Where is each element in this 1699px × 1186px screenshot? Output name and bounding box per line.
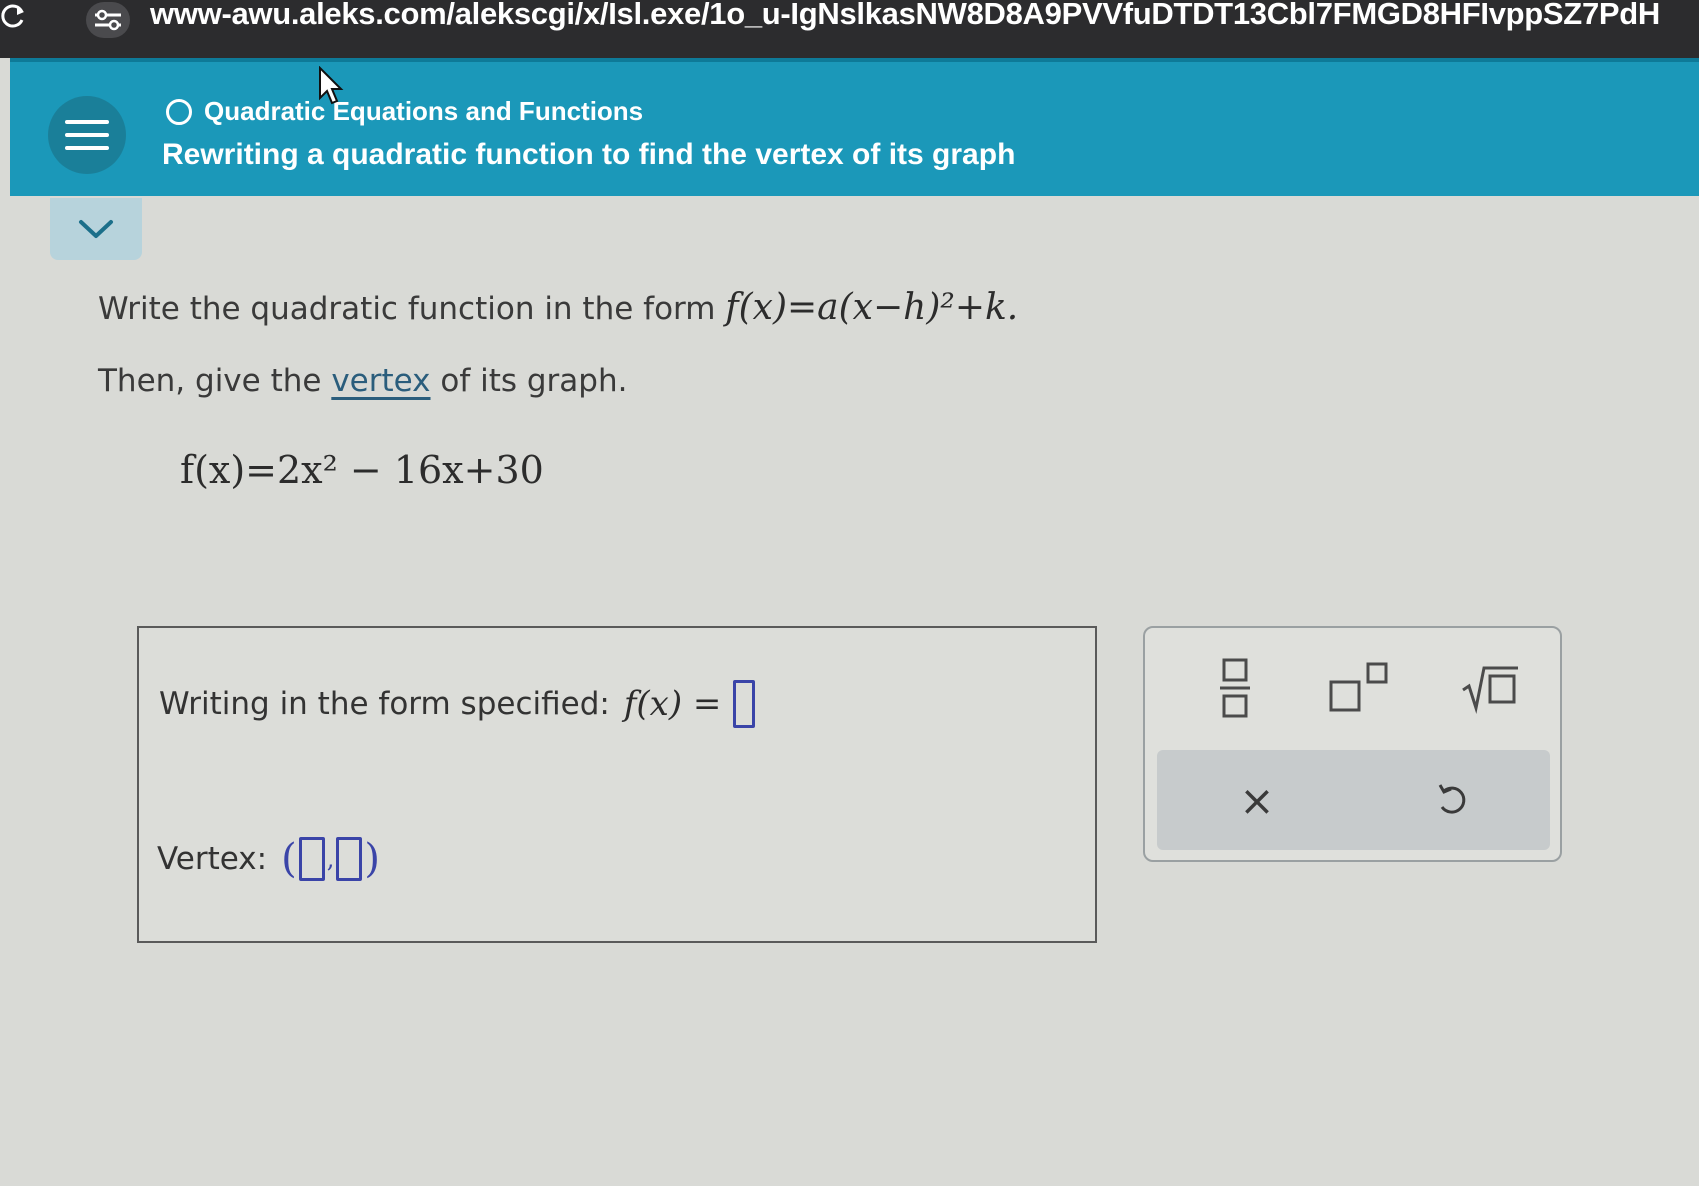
given-function: f(x)=2x² − 16x+30 (180, 448, 544, 492)
vertex-y-input[interactable] (336, 837, 363, 881)
form-label: Writing in the form specified: (159, 686, 610, 722)
undo-icon (1438, 784, 1466, 814)
square-root-button[interactable] (1445, 648, 1535, 728)
vertex-x-input[interactable] (298, 837, 325, 881)
reload-icon[interactable] (0, 2, 28, 30)
hamburger-icon-line (65, 146, 109, 150)
vertex-input-group: ( , ) (281, 836, 380, 882)
form-answer-input[interactable] (733, 680, 756, 728)
hamburger-icon-line (65, 120, 109, 124)
fraction-icon (1220, 658, 1250, 718)
vertex-comma: , (326, 845, 335, 873)
exponent-button[interactable] (1315, 648, 1405, 728)
clear-button[interactable]: × (1217, 760, 1297, 840)
keypad-action-row: × (1157, 750, 1550, 850)
topic-row: Quadratic Equations and Functions (166, 96, 643, 127)
progress-circle-icon (166, 98, 192, 125)
fraction-button[interactable] (1195, 648, 1275, 728)
vertex-form-formula: f(x)=a(x−h)²+k. (725, 287, 1019, 328)
form-lhs: f(x) = (623, 684, 722, 724)
clear-icon: × (1239, 775, 1275, 825)
instruction-text: Write the quadratic function in the form (98, 291, 726, 327)
menu-button[interactable] (48, 96, 126, 174)
collapse-button[interactable] (50, 198, 142, 260)
vertex-close-paren: ) (364, 836, 380, 882)
chevron-down-icon (79, 220, 113, 238)
instruction-text: Then, give the (98, 363, 332, 399)
undo-button[interactable] (1412, 760, 1492, 840)
math-keypad: × (1143, 626, 1562, 862)
square-root-icon (1462, 666, 1518, 714)
form-answer-row: Writing in the form specified: f(x) = (159, 680, 756, 728)
lesson-subtitle: Rewriting a quadratic function to find t… (162, 138, 1016, 171)
hamburger-icon-line (65, 133, 109, 137)
vertex-open-paren: ( (281, 836, 297, 882)
answer-box: Writing in the form specified: f(x) = Ve… (137, 626, 1097, 943)
exponent-icon (1329, 662, 1388, 712)
instruction-text: of its graph. (430, 363, 628, 399)
url-text[interactable]: www-awu.aleks.com/alekscgi/x/Isl.exe/1o_… (150, 0, 1660, 32)
topic-title: Quadratic Equations and Functions (204, 96, 644, 126)
mouse-cursor-icon (319, 66, 344, 105)
browser-address-bar: www-awu.aleks.com/alekscgi/x/Isl.exe/1o_… (0, 0, 1699, 58)
site-settings-icon[interactable] (86, 2, 130, 38)
instruction-line-1: Write the quadratic function in the form… (98, 287, 1018, 328)
vertex-label: Vertex: (157, 841, 268, 877)
vertex-answer-row: Vertex: ( , ) (157, 836, 380, 882)
app-header: Quadratic Equations and Functions Rewrit… (10, 58, 1699, 196)
vertex-glossary-link[interactable]: vertex (331, 363, 430, 399)
instruction-line-2: Then, give the vertex of its graph. (98, 363, 627, 399)
